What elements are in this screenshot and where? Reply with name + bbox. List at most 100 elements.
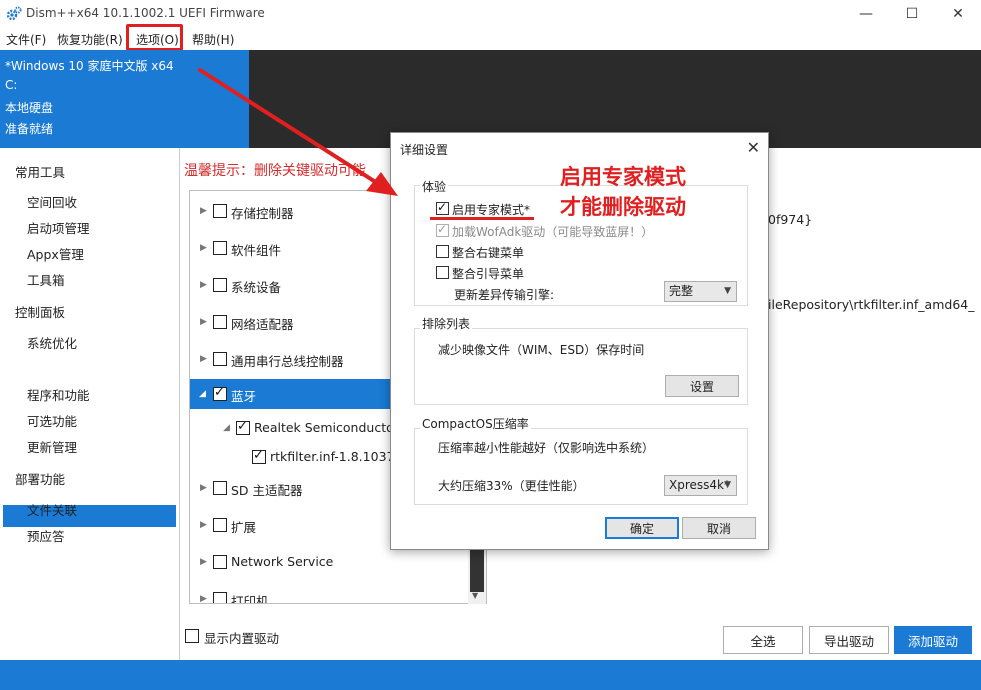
- expand-arrow-icon[interactable]: ▶: [200, 594, 208, 603]
- expand-arrow-icon[interactable]: ▶: [200, 520, 208, 530]
- dialog-title: 详细设置: [400, 143, 449, 157]
- tree-label: 打印机: [231, 594, 269, 604]
- checkbox[interactable]: [185, 629, 199, 643]
- expand-arrow-icon[interactable]: ▶: [200, 557, 208, 567]
- annotation-line-1: 启用专家模式: [560, 165, 686, 189]
- nav-item-toolbox[interactable]: 工具箱: [27, 270, 65, 289]
- show-builtin-label: 显示内置驱动: [204, 631, 280, 646]
- nav-group-control-panel: 控制面板: [15, 305, 66, 320]
- diff-engine-value: 完整: [669, 284, 694, 298]
- expand-arrow-icon[interactable]: ▶: [200, 243, 208, 253]
- tree-label: 扩展: [231, 520, 257, 535]
- options-highlight-box: [126, 24, 183, 51]
- collapse-arrow-icon[interactable]: ◢: [223, 423, 231, 433]
- expand-arrow-icon[interactable]: ▶: [200, 206, 208, 216]
- export-driver-button[interactable]: 导出驱动: [809, 626, 889, 654]
- minimize-button[interactable]: —: [843, 0, 889, 28]
- tree-label: SD 主适配器: [231, 483, 303, 498]
- diff-engine-select[interactable]: 完整 ▼: [664, 281, 737, 302]
- sidebar: 常用工具 空间回收 启动项管理 Appx管理 工具箱 控制面板 系统优化 驱动管…: [0, 148, 180, 660]
- window-title: Dism++x64 10.1.1002.1 UEFI Firmware: [26, 6, 265, 20]
- status-bar: [0, 660, 981, 690]
- nav-item-updates[interactable]: 更新管理: [27, 437, 77, 456]
- collapse-arrow-icon[interactable]: ◢: [199, 389, 207, 399]
- tree-row[interactable]: ▶ Network Service: [190, 547, 470, 577]
- exclude-group-label: 排除列表: [420, 315, 473, 332]
- add-driver-button[interactable]: 添加驱动: [894, 626, 972, 654]
- expand-arrow-icon[interactable]: ▶: [200, 483, 208, 493]
- expert-mode-label: 启用专家模式*: [452, 203, 531, 217]
- nav-item-system-optimize[interactable]: 系统优化: [27, 333, 77, 352]
- wofadk-checkbox[interactable]: [436, 222, 449, 237]
- nav-item-driver-manage[interactable]: 驱动管理: [27, 359, 77, 378]
- chevron-down-icon: ▼: [724, 480, 731, 490]
- nav-group-deploy: 部署功能: [15, 472, 66, 487]
- tree-label: Network Service: [231, 554, 334, 569]
- scroll-down-icon[interactable]: ▼: [472, 591, 478, 600]
- menu-help[interactable]: 帮助(H): [192, 31, 234, 48]
- checkbox[interactable]: [213, 315, 227, 329]
- nav-item-file-assoc[interactable]: 文件关联: [27, 500, 77, 519]
- system-info-panel[interactable]: *Windows 10 家庭中文版 x64 C: 本地硬盘 准备就绪: [0, 50, 249, 148]
- close-icon[interactable]: ✕: [747, 138, 760, 157]
- nav-item-preanswer[interactable]: 预应答: [27, 526, 65, 545]
- expand-arrow-icon[interactable]: ▶: [200, 354, 208, 364]
- tree-label: 通用串行总线控制器: [231, 354, 344, 369]
- boot-menu-label: 整合引导菜单: [452, 267, 525, 281]
- checkbox[interactable]: [213, 385, 227, 401]
- nav-item-space-reclaim[interactable]: 空间回收: [27, 192, 77, 211]
- checkbox[interactable]: [213, 555, 227, 569]
- compact-rate-select[interactable]: Xpress4k* ▼: [664, 475, 737, 496]
- tree-label: 系统设备: [231, 280, 282, 295]
- nav-item-optional-features[interactable]: 可选功能: [27, 411, 77, 430]
- exclude-desc: 减少映像文件（WIM、ESD）保存时间: [438, 343, 645, 357]
- menu-restore[interactable]: 恢复功能(R): [57, 31, 123, 48]
- close-button[interactable]: ✕: [935, 0, 981, 28]
- checkbox[interactable]: [213, 204, 227, 218]
- maximize-button[interactable]: ☐: [889, 0, 935, 28]
- expand-arrow-icon[interactable]: ▶: [200, 317, 208, 327]
- compact-rate-value: Xpress4k*: [669, 478, 730, 492]
- wofadk-label: 加载WofAdk驱动（可能导致蓝屏！）: [452, 225, 654, 239]
- scrollbar-thumb[interactable]: [470, 550, 484, 592]
- checkbox[interactable]: [213, 241, 227, 255]
- checkbox[interactable]: [236, 419, 250, 435]
- chevron-down-icon: ▼: [724, 286, 731, 296]
- checkbox[interactable]: [213, 278, 227, 292]
- annotation-underline: [430, 217, 534, 220]
- gear-icon: [6, 6, 22, 21]
- warning-text: 温馨提示：删除关键驱动可能: [184, 163, 366, 179]
- nav-item-startup[interactable]: 启动项管理: [27, 218, 90, 237]
- disk-type: 本地硬盘: [5, 101, 54, 115]
- checkbox[interactable]: [252, 448, 266, 464]
- driver-guid-text: 0f974}: [768, 212, 813, 227]
- ok-button[interactable]: 确定: [605, 517, 679, 539]
- nav-group-common-tools: 常用工具: [15, 165, 66, 180]
- driver-path-text: ileRepository\rtkfilter.inf_amd64_: [768, 297, 975, 312]
- tree-label: 存储控制器: [231, 206, 294, 221]
- select-all-button[interactable]: 全选: [723, 626, 803, 654]
- right-menu-checkbox[interactable]: [436, 245, 449, 258]
- exclude-settings-button[interactable]: 设置: [665, 375, 739, 397]
- experience-group-label: 体验: [420, 178, 449, 195]
- nav-item-appx[interactable]: Appx管理: [27, 244, 84, 263]
- cancel-button[interactable]: 取消: [682, 517, 756, 539]
- tree-label: rtkfilter.inf-1.8.1037.3: [270, 449, 407, 464]
- boot-menu-checkbox[interactable]: [436, 266, 449, 279]
- compact-rate-label: 大约压缩33%（更佳性能）: [438, 479, 585, 493]
- checkbox[interactable]: [213, 352, 227, 366]
- expert-mode-checkbox[interactable]: [436, 200, 449, 215]
- checkbox[interactable]: [213, 481, 227, 495]
- tree-label: 软件组件: [231, 243, 282, 258]
- menu-file[interactable]: 文件(F): [6, 31, 46, 48]
- right-menu-label: 整合右键菜单: [452, 246, 525, 260]
- tree-row[interactable]: ▶ 打印机: [190, 584, 470, 604]
- nav-item-programs[interactable]: 程序和功能: [27, 385, 90, 404]
- annotation-line-2: 才能删除驱动: [560, 195, 686, 219]
- tree-label: 蓝牙: [231, 389, 257, 404]
- os-name: *Windows 10 家庭中文版 x64: [5, 59, 174, 73]
- expand-arrow-icon[interactable]: ▶: [200, 280, 208, 290]
- diff-engine-label: 更新差异传输引擎:: [454, 288, 555, 302]
- checkbox[interactable]: [213, 518, 227, 532]
- checkbox[interactable]: [213, 592, 227, 603]
